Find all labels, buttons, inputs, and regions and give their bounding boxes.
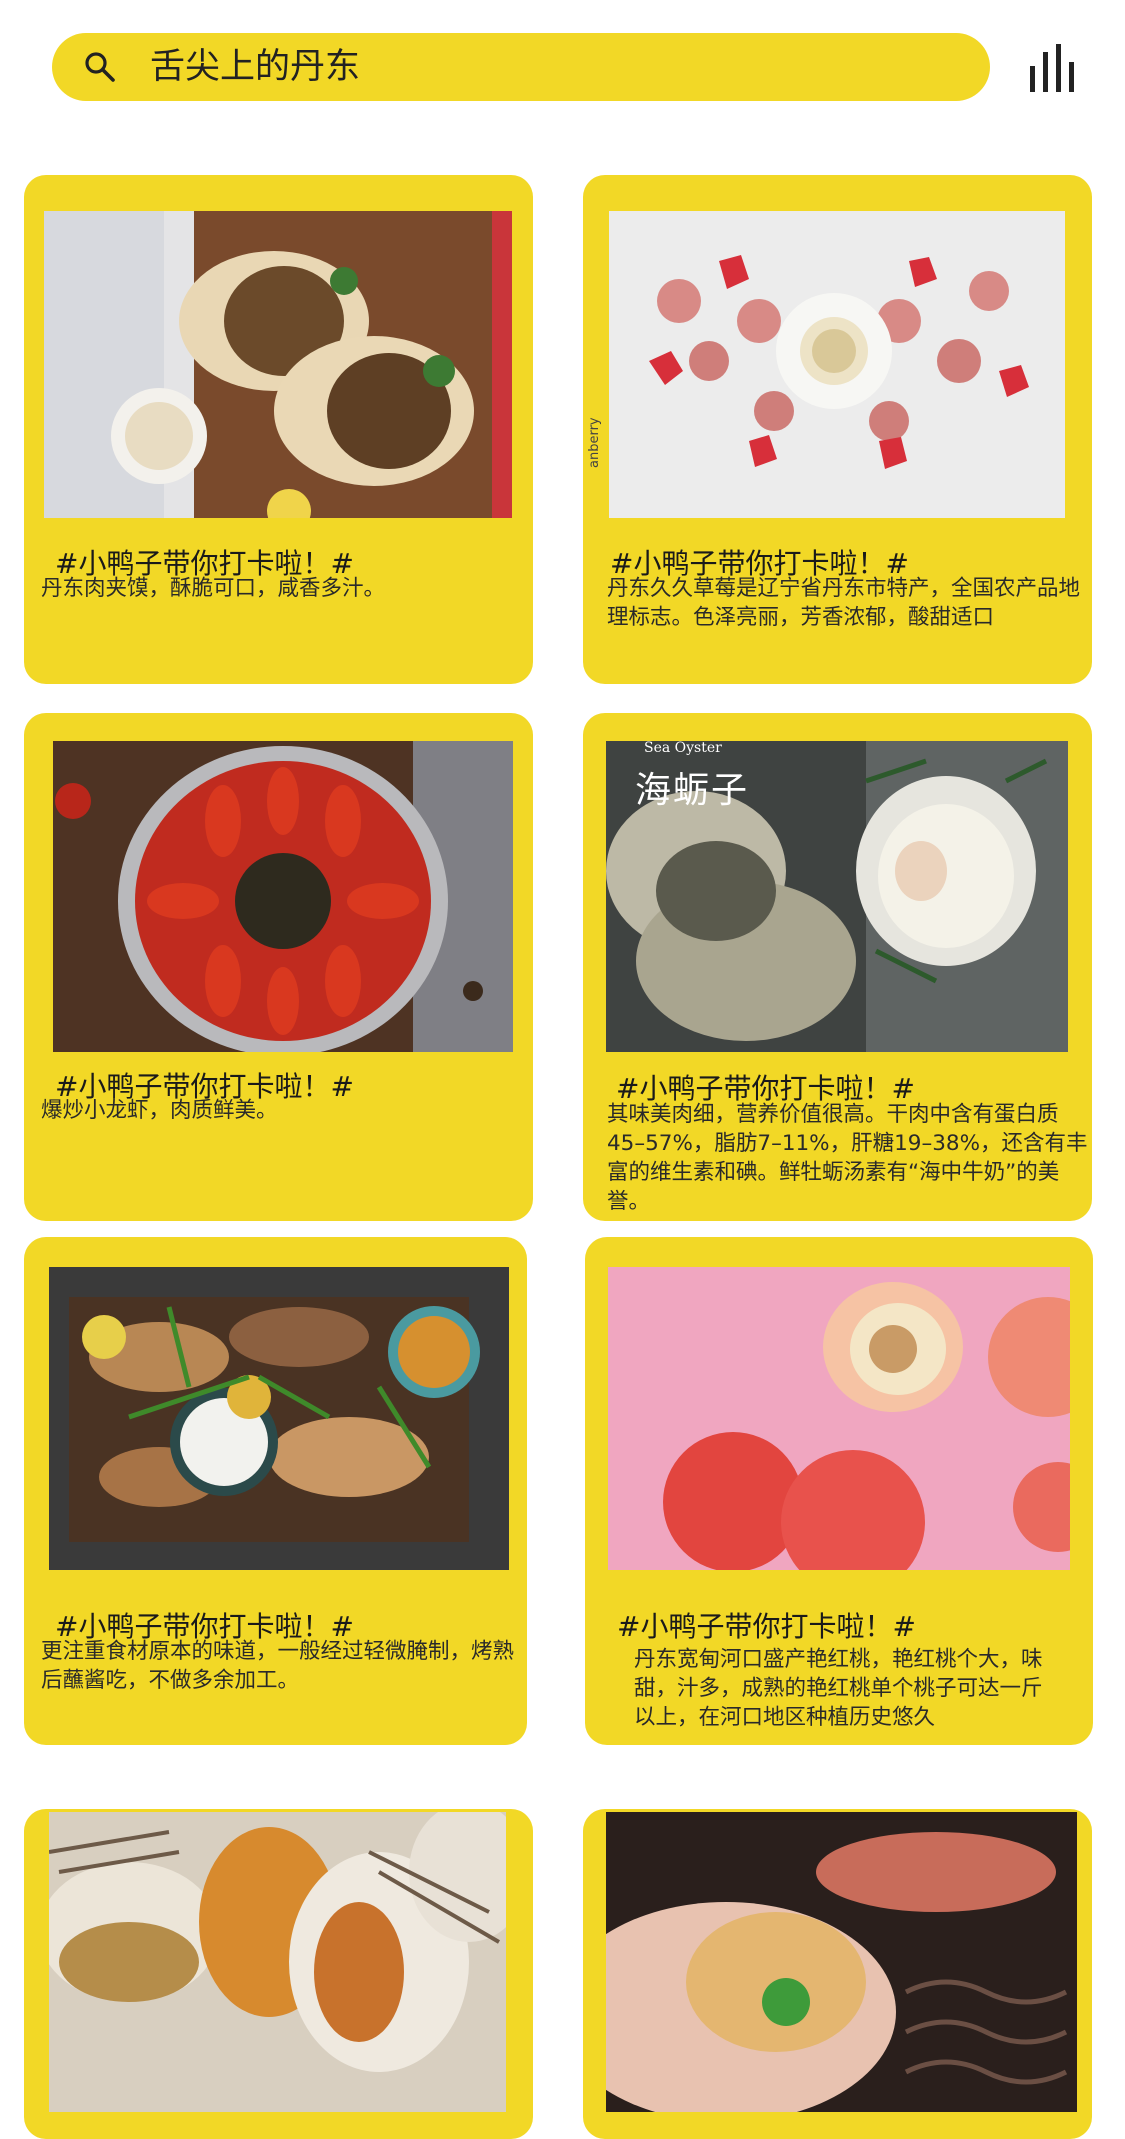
card-description: 更注重食材原本的味道，一般经过轻微腌制，烤熟后蘸酱吃，不做多余加工。 [41,1639,515,1693]
search-bar[interactable]: 舌尖上的丹东 [52,33,990,101]
card-description: 其味美肉细，营养价值很高。干肉中含有蛋白质45–57%，脂肪7–11%，肝糖19… [607,1102,1088,1214]
scallop-photo [49,1812,506,2112]
equalizer-icon[interactable] [1024,40,1084,100]
food-card[interactable]: #小鸭子带你打卡啦！# 丹东宽甸河口盛产艳红桃，艳红桃个大，味甜，汁多，成熟的艳… [585,1237,1093,1745]
card-description: 丹东宽甸河口盛产艳红桃，艳红桃个大，味甜，汁多，成熟的艳红桃单个桃子可达一斤以上… [634,1647,1043,1730]
card-description: 丹东肉夹馍，酥脆可口，咸香多汁。 [41,576,386,601]
card-hashtag: #小鸭子带你打卡啦！# [617,1610,916,1643]
photo-caption: Sea Oyster [644,740,722,756]
card-description: 丹东久久草莓是辽宁省丹东市特产，全国农产品地理标志。色泽亮丽，芳香浓郁，酸甜适口 [607,576,1081,630]
grilled-platter-photo [49,1267,509,1570]
food-card[interactable]: #小鸭子带你打卡啦！# 丹东肉夹馍，酥脆可口，咸香多汁。 [24,175,533,684]
food-card[interactable]: Sea Oyster 海蛎子 #小鸭子带你打卡啦！# 其味美肉细，营养价值很高。… [583,713,1092,1221]
peach-photo [608,1267,1070,1570]
photo-title: 海蛎子 [635,770,750,811]
card-description: 爆炒小龙虾，肉质鲜美。 [41,1098,278,1123]
food-card[interactable]: #小鸭子带你打卡啦！# 更注重食材原本的味道，一般经过轻微腌制，烤熟后蘸酱吃，不… [24,1237,527,1745]
crayfish-photo [53,741,513,1052]
strawberry-sausage-photo [609,211,1065,518]
food-card[interactable] [24,1809,533,2139]
food-card[interactable]: anberry #小鸭子带你打卡啦！# 丹东久久草莓是辽宁省丹东市特产，全国农产… [583,175,1092,684]
flatbread-sandwich-photo [44,211,512,518]
search-icon [80,47,120,87]
card-hashtag: #小鸭子带你打卡啦！# [616,1072,915,1105]
grilled-seafood-photo [606,1812,1077,2112]
food-card[interactable]: #小鸭子带你打卡啦！# 爆炒小龙虾，肉质鲜美。 [24,713,533,1221]
food-card[interactable] [583,1809,1092,2139]
photo-caption: anberry [587,417,602,468]
search-input[interactable]: 舌尖上的丹东 [150,49,360,85]
